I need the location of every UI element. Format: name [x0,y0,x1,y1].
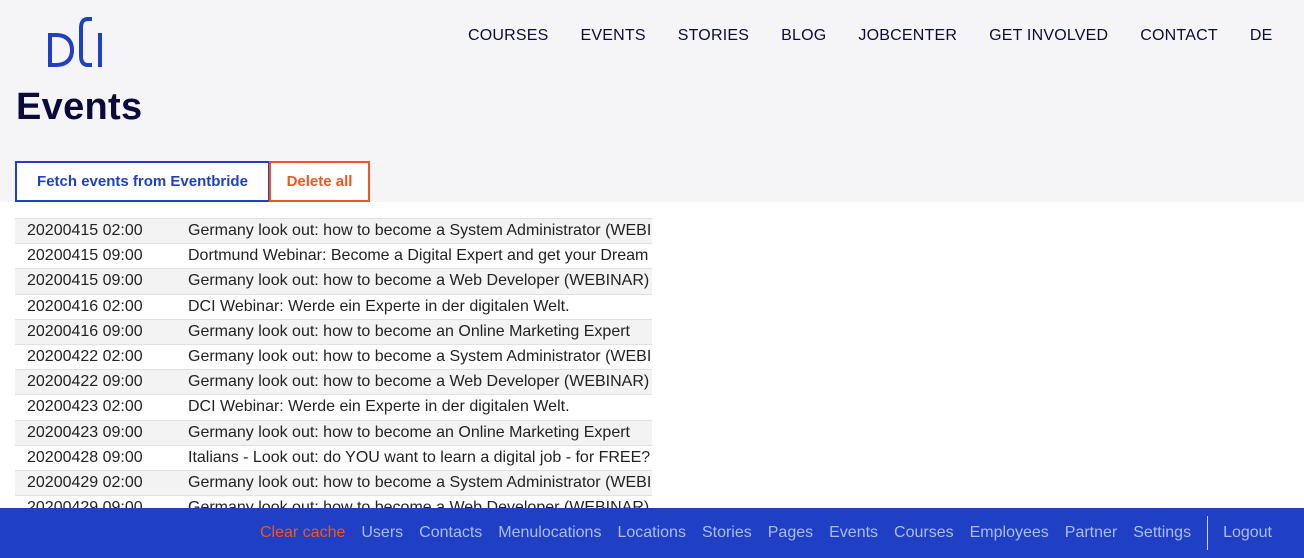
nav-item-jobcenter[interactable]: JOBCENTER [842,25,973,47]
event-title: Germany look out: how to become a Web De… [188,499,650,508]
footer-link-settings[interactable]: Settings [1125,524,1199,542]
footer-link-users[interactable]: Users [353,524,411,542]
delete-all-button[interactable]: Delete all [269,161,370,202]
table-row[interactable]: 20200429 02:00 Germany look out: how to b… [15,469,652,496]
table-row[interactable]: 20200415 09:00 Dortmund Webinar: Become a… [15,243,652,269]
event-title: Germany look out: how to become a Web De… [188,373,650,391]
nav-item-stories[interactable]: STORIES [662,25,765,47]
table-row[interactable]: 20200416 09:00 Germany look out: how to b… [15,318,652,344]
event-date: 20200429 02:00 [27,473,143,491]
table-row[interactable]: 20200415 02:00 Germany look out: how to b… [15,218,652,244]
table-row[interactable]: 20200415 09:00 Germany look out: how to b… [15,268,652,294]
footer-link-events[interactable]: Events [821,524,886,542]
event-date: 20200416 09:00 [27,322,143,340]
footer-divider [1207,516,1209,550]
event-date: 20200428 09:00 [27,448,143,466]
table-row[interactable]: 20200423 09:00 Germany look out: how to b… [15,419,652,445]
table-row[interactable]: 20200422 02:00 Germany look out: how to b… [15,343,652,370]
event-date: 20200415 02:00 [27,222,143,240]
nav-item-get-involved[interactable]: GET INVOLVED [973,25,1124,47]
event-date: 20200423 02:00 [27,398,143,416]
admin-footer-bar: Clear cache Users Contacts Menulocations… [0,508,1304,558]
language-switch[interactable]: DE [1234,25,1289,47]
footer-link-menulocations[interactable]: Menulocations [490,524,609,542]
table-row[interactable]: 20200416 02:00 DCI Webinar: Werde ein Exp… [15,293,652,319]
event-title: Germany look out: how to become a System… [188,348,652,366]
nav-item-blog[interactable]: BLOG [765,25,842,47]
event-title: Germany look out: how to become an Onlin… [188,423,630,441]
event-title: Germany look out: how to become an Onlin… [188,322,630,340]
event-title: Dortmund Webinar: Become a Digital Exper… [188,247,652,265]
page-title: Events [16,86,143,128]
main-nav: COURSES EVENTS STORIES BLOG JOBCENTER GE… [452,25,1288,47]
event-title: Italians - Look out: do YOU want to lear… [188,448,651,466]
event-date: 20200422 09:00 [27,373,143,391]
event-date: 20200423 09:00 [27,423,143,441]
footer-link-stories[interactable]: Stories [694,524,760,542]
dci-logo[interactable] [46,16,110,70]
table-row[interactable]: 20200428 09:00 Italians - Look out: do YO… [15,444,652,470]
fetch-events-button[interactable]: Fetch events from Eventbride [15,161,270,202]
nav-item-contact[interactable]: CONTACT [1124,25,1234,47]
clear-cache-link[interactable]: Clear cache [252,524,353,542]
event-title: DCI Webinar: Werde ein Experte in der di… [188,398,570,416]
event-date: 20200422 02:00 [27,348,143,366]
event-date: 20200416 02:00 [27,297,143,315]
table-row[interactable]: 20200423 02:00 DCI Webinar: Werde ein Exp… [15,394,652,420]
event-date: 20200415 09:00 [27,247,143,265]
nav-item-courses[interactable]: COURSES [452,25,565,47]
event-title: Germany look out: how to become a Web De… [188,272,650,290]
footer-link-pages[interactable]: Pages [760,524,821,542]
nav-item-events[interactable]: EVENTS [565,25,662,47]
event-date: 20200429 09:00 [27,499,143,508]
footer-link-employees[interactable]: Employees [962,524,1057,542]
admin-footer-nav: Clear cache Users Contacts Menulocations… [252,508,1304,558]
logout-link[interactable]: Logout [1215,524,1304,542]
events-table: 20200415 02:00 Germany look out: how to b… [15,218,652,508]
event-title: DCI Webinar: Werde ein Experte in der di… [188,297,570,315]
event-title: Germany look out: how to become a System… [188,222,652,240]
event-date: 20200415 09:00 [27,272,143,290]
footer-link-courses[interactable]: Courses [886,524,962,542]
footer-link-contacts[interactable]: Contacts [411,524,490,542]
footer-link-partner[interactable]: Partner [1057,524,1125,542]
table-row[interactable]: 20200429 09:00 Germany look out: how to b… [15,495,652,508]
footer-link-locations[interactable]: Locations [609,524,694,542]
header-area: COURSES EVENTS STORIES BLOG JOBCENTER GE… [0,0,1304,202]
event-title: Germany look out: how to become a System… [188,473,652,491]
table-row[interactable]: 20200422 09:00 Germany look out: how to b… [15,369,652,395]
